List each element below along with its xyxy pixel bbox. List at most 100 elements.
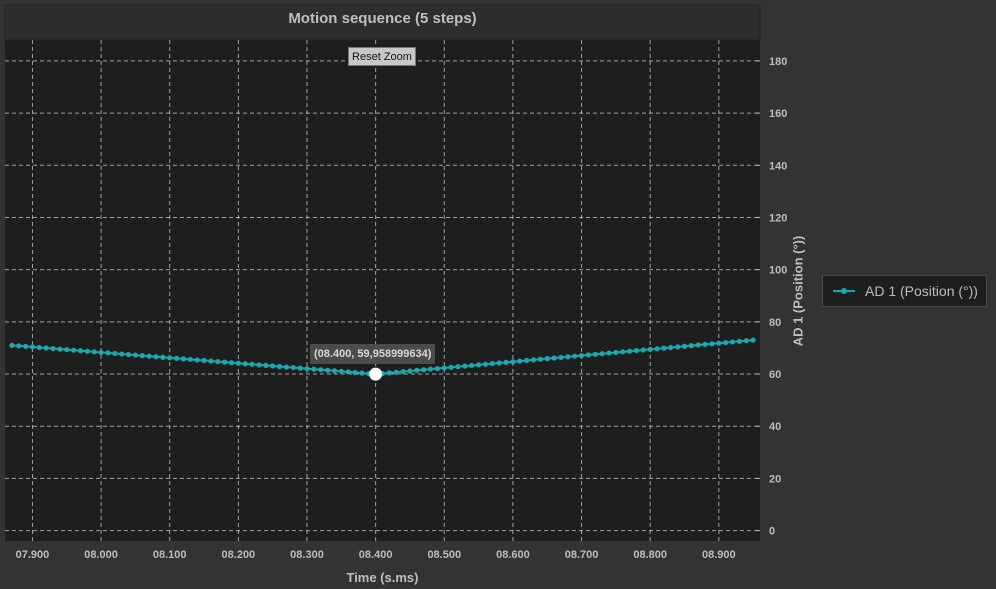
data-point [599,351,605,357]
data-point [688,343,694,349]
data-point [736,338,743,344]
data-point [249,361,255,367]
x-tick-label: 08.900 [702,549,736,561]
data-point [551,355,557,361]
data-point [222,359,228,365]
data-point [496,360,502,366]
data-point [256,362,262,368]
data-point [29,344,36,350]
data-point [160,354,166,360]
x-tick-label: 08.000 [84,549,118,561]
data-point [592,351,598,357]
x-tick-label: 08.800 [633,549,667,561]
data-point [530,357,537,363]
data-point [743,338,749,344]
data-point [263,362,269,369]
plot-area[interactable] [5,40,760,541]
y-tick-labels: 0 20 40 60 80 100 120 140 160 180 [769,56,787,538]
data-point [668,344,674,351]
data-point [50,345,56,352]
data-point [91,349,97,355]
y-tick-label: 60 [769,369,781,381]
data-point [517,358,523,364]
data-point [407,368,413,374]
data-point [524,357,530,364]
x-tick-labels: 07.900 08.000 08.100 08.200 08.300 08.400 08.5… [16,549,736,561]
data-point [139,353,145,359]
data-point [448,364,454,370]
data-point-tooltip: (08.400, 59,958999634) [310,344,436,364]
data-point [228,360,235,366]
data-point [441,365,447,371]
chart-title: Motion sequence (5 steps) [288,10,477,27]
x-tick-label: 08.600 [496,549,530,561]
data-point [654,346,660,352]
data-point [475,362,482,368]
data-point [318,367,324,373]
x-tick-label: 08.200 [222,549,256,561]
data-point [290,364,296,371]
data-point [331,368,338,374]
data-point [283,364,290,370]
reset-zoom-button[interactable]: Reset Zoom [348,47,416,66]
data-point [434,365,441,372]
data-point [675,344,681,350]
data-point [633,347,640,354]
y-tick-label: 140 [769,160,787,172]
legend[interactable]: AD 1 (Position (°)) [822,275,987,307]
data-point [414,367,420,373]
data-point [338,368,344,374]
data-point [393,369,399,375]
data-point [455,364,461,370]
legend-item-label: AD 1 (Position (°)) [865,283,978,299]
data-point [489,360,495,367]
data-point [462,363,468,369]
data-point [421,367,427,373]
data-point [620,349,626,355]
data-point [276,363,283,370]
data-point [235,360,241,366]
data-point [469,362,475,369]
data-point [311,366,317,372]
data-point [709,341,715,347]
data-point [613,349,619,356]
data-point [242,361,248,367]
data-point [578,352,585,359]
data-point [352,369,358,376]
data-point [153,354,159,360]
data-point [558,354,564,361]
data-point [201,357,207,364]
data-point [180,356,187,362]
y-tick-label: 40 [769,421,781,433]
data-point [537,356,543,362]
data-point [400,369,406,375]
data-point [626,348,633,354]
highlight-layer [369,367,383,381]
data-point [304,366,310,372]
x-tick-label: 08.700 [565,549,599,561]
data-point [544,356,550,362]
data-point [572,353,578,359]
data-point [105,350,111,356]
data-point [716,340,722,346]
data-point [167,355,173,361]
y-tick-label: 0 [769,526,775,538]
data-point [84,348,90,354]
data-point [208,358,214,364]
data-point [146,353,152,359]
data-point [324,367,331,373]
x-tick-label: 08.300 [290,549,324,561]
data-point [132,352,139,358]
data-point [71,347,77,353]
data-point [503,359,509,365]
data-point [16,343,22,349]
data-point [729,339,736,345]
data-point [112,350,118,357]
y-tick-label: 160 [769,108,787,120]
data-point [702,341,708,348]
data-point [270,363,276,369]
y-tick-label: 180 [769,56,787,68]
y-axis-label: AD 1 (Position (°)) [790,235,806,347]
data-point [297,365,303,371]
highlighted-data-point [369,367,383,381]
